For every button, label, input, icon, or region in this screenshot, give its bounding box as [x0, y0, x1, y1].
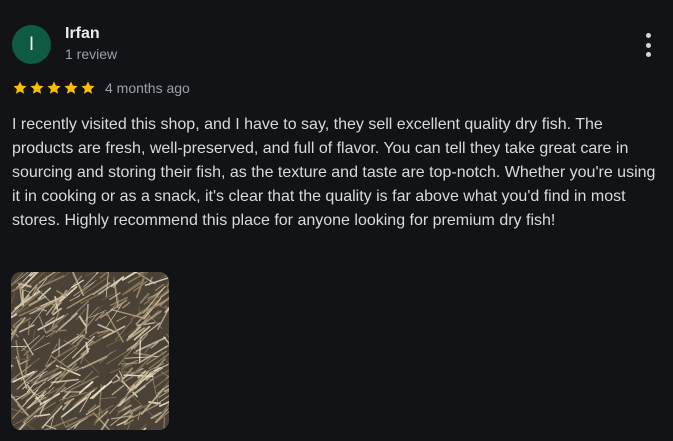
- review-time: 4 months ago: [105, 80, 190, 96]
- review-text: I recently visited this shop, and I have…: [12, 116, 656, 229]
- more-options-button[interactable]: [636, 30, 660, 60]
- more-vert-icon-dot: [645, 52, 651, 57]
- rating-row: 4 months ago: [12, 78, 190, 98]
- star-icon: [64, 81, 78, 94]
- star-rating: [12, 80, 96, 96]
- star-icon: [47, 81, 61, 94]
- review-photo[interactable]: [11, 272, 169, 430]
- star-icon: [13, 81, 27, 94]
- avatar[interactable]: I: [12, 25, 51, 64]
- star-icon: [81, 81, 95, 94]
- review-card: I Irfan 1 review 4 months ago I recently…: [0, 0, 673, 441]
- more-vert-icon: [645, 33, 651, 38]
- more-vert-icon-dot: [645, 42, 651, 48]
- star-icon: [30, 81, 44, 94]
- reviewer-name[interactable]: Irfan: [65, 25, 100, 43]
- review-count: 1 review: [65, 46, 118, 62]
- dried-fish-image: [11, 272, 169, 430]
